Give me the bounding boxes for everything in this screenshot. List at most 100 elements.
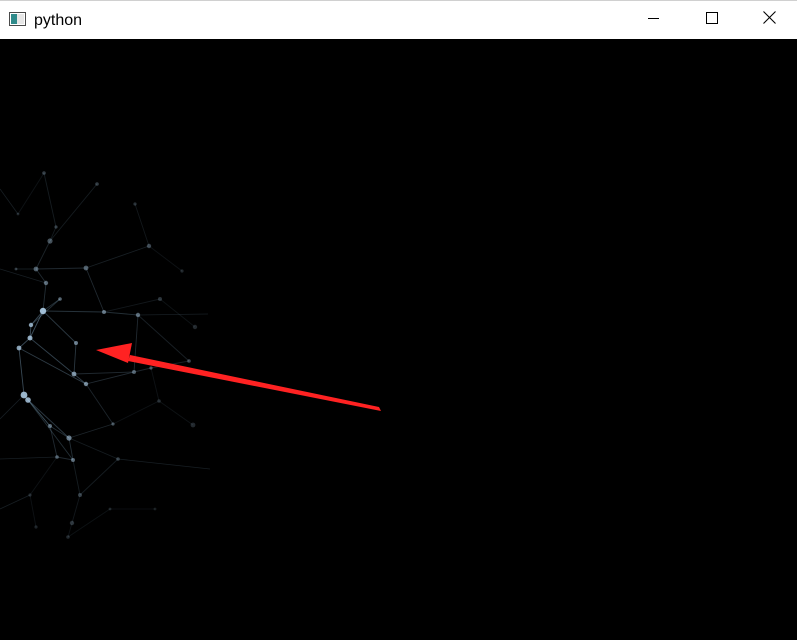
network-line (103, 311, 139, 316)
network-node (20, 391, 28, 399)
network-node (192, 324, 198, 330)
network-line (85, 267, 105, 313)
network-line (159, 298, 196, 328)
network-node (149, 366, 153, 370)
network-line (27, 399, 74, 461)
network-node (28, 322, 34, 328)
network-node (54, 225, 58, 229)
annotation-arrow-shaft (128, 355, 381, 411)
network-node (69, 520, 75, 526)
network-line (103, 298, 161, 313)
network-node (187, 359, 191, 363)
network-node (16, 212, 20, 216)
network-line (79, 458, 119, 496)
network-node (95, 182, 99, 186)
network-line (35, 267, 87, 270)
network-line (43, 172, 57, 228)
network-node (116, 457, 120, 461)
network-line (148, 245, 183, 272)
network-node (48, 424, 52, 428)
network-line (42, 310, 77, 344)
network-node (133, 202, 137, 206)
application-window: python (0, 0, 797, 640)
network-node (74, 341, 78, 345)
particle-network (0, 171, 381, 539)
network-line (29, 337, 75, 375)
network-line (150, 367, 160, 402)
network-node (102, 310, 106, 314)
maximize-icon (706, 11, 718, 29)
network-node (108, 507, 112, 511)
network-node (83, 265, 89, 271)
render-canvas[interactable] (0, 39, 797, 640)
network-node (78, 493, 82, 497)
network-lines (0, 172, 211, 538)
network-node (47, 238, 53, 244)
network-line (137, 314, 190, 362)
network-line (73, 342, 77, 375)
maximize-button[interactable] (683, 1, 741, 39)
network-node (83, 381, 89, 387)
network-node (146, 243, 152, 249)
network-node (25, 397, 31, 403)
network-line (71, 494, 81, 524)
network-line (35, 240, 51, 270)
close-icon (762, 11, 776, 29)
network-line (18, 347, 25, 396)
network-node (42, 171, 46, 175)
network-node (135, 312, 141, 318)
network-line (35, 268, 47, 284)
network-line (42, 310, 105, 313)
network-line (133, 314, 139, 373)
network-line (158, 400, 194, 426)
network-node (55, 455, 59, 459)
window-title: python (34, 12, 83, 29)
network-line (27, 399, 70, 439)
network-node (43, 280, 49, 286)
network-line (85, 245, 150, 269)
network-node (66, 435, 72, 441)
network-node (190, 422, 196, 428)
network-line (18, 347, 87, 385)
network-line (85, 383, 114, 425)
network-line (0, 394, 25, 420)
network-node (157, 399, 161, 403)
network-line (67, 508, 111, 538)
network-line (134, 203, 150, 247)
network-line (17, 172, 45, 215)
network-node (111, 422, 115, 426)
network-line (0, 268, 47, 284)
network-node (39, 307, 47, 315)
network-line (72, 459, 81, 496)
network-line (0, 456, 58, 460)
network-line (137, 313, 209, 316)
network-node (34, 525, 38, 529)
network-line (29, 456, 58, 496)
title-bar[interactable]: python (0, 0, 797, 39)
app-window-icon (9, 12, 26, 26)
network-node (14, 267, 18, 271)
network-line (49, 183, 98, 242)
network-node (132, 370, 136, 374)
network-node (71, 371, 77, 377)
close-button[interactable] (740, 1, 797, 39)
network-node (58, 297, 62, 301)
network-node (27, 335, 33, 341)
network-line (0, 188, 19, 215)
network-line (0, 494, 31, 510)
network-line (68, 437, 119, 460)
network-node (71, 458, 75, 462)
network-line (68, 423, 114, 439)
network-line (133, 367, 152, 373)
minimize-icon (648, 11, 660, 29)
network-line (42, 282, 47, 312)
network-node (180, 269, 184, 273)
network-node (16, 345, 22, 351)
network-node (153, 507, 157, 511)
annotation-arrow-head (96, 343, 132, 363)
annotation-arrow (96, 343, 381, 411)
network-line (29, 494, 37, 528)
network-nodes (14, 171, 198, 539)
minimize-button[interactable] (625, 1, 683, 39)
network-node (28, 493, 32, 497)
